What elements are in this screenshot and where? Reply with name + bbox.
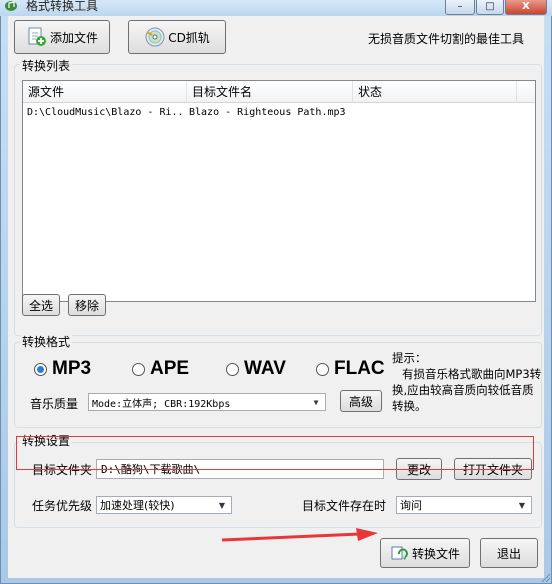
radio-ape-label: APE <box>150 358 190 379</box>
radio-dot <box>316 362 329 376</box>
radio-mp3-label: MP3 <box>52 358 92 379</box>
column-target[interactable]: 目标文件名 <box>187 81 353 103</box>
highlight-box <box>16 436 534 470</box>
convert-button[interactable]: 转换文件 <box>380 538 470 568</box>
priority-select[interactable]: 加速处理(较快) ▼ <box>96 496 232 514</box>
slogan-text: 无损音质文件切割的最佳工具 <box>368 32 525 46</box>
quality-value: Mode:立体声; CBR:192Kbps <box>92 398 231 410</box>
advanced-button[interactable]: 高级 <box>340 390 382 412</box>
format-title: 转换格式 <box>20 333 73 350</box>
maximize-button[interactable]: □ <box>476 0 504 15</box>
cd-rip-button[interactable]: CD抓轨 <box>128 20 226 54</box>
radio-ape[interactable]: APE <box>132 358 189 380</box>
list-header: 源文件 目标文件名 状态 <box>23 81 535 103</box>
main-panel: 添加文件 CD抓轨 无损音质文件切割的最佳工具 转换列表 源文件 目标文件名 状… <box>8 16 544 578</box>
column-status[interactable]: 状态 <box>353 81 517 103</box>
row-target: Blazo - Righteous Path.mp3 <box>189 107 346 118</box>
pointer-arrow-icon <box>221 528 378 542</box>
exists-label: 目标文件存在时 <box>302 499 387 513</box>
priority-label: 任务优先级 <box>32 499 93 513</box>
minimize-button[interactable]: – <box>445 0 475 15</box>
cd-rip-label: CD抓轨 <box>168 30 210 45</box>
cd-disc-icon <box>145 27 165 47</box>
hint-text: 提示： 有损音乐格式歌曲向MP3转换,应由较高音质向较低音质转换。 <box>392 350 542 414</box>
radio-dot <box>226 362 239 376</box>
exit-button[interactable]: 退出 <box>480 538 538 568</box>
chevron-down-icon: ▼ <box>218 501 226 510</box>
convert-icon <box>391 546 408 560</box>
priority-value: 加速处理(较快) <box>100 499 175 512</box>
exists-value: 询问 <box>400 499 422 512</box>
app-music-icon <box>5 1 17 11</box>
radio-dot-selected <box>34 362 47 376</box>
column-source[interactable]: 源文件 <box>23 81 187 103</box>
resize-grip-icon[interactable] <box>541 573 551 583</box>
hint-title: 提示： <box>392 351 427 365</box>
radio-dot <box>132 362 145 376</box>
radio-wav-label: WAV <box>244 358 286 379</box>
radio-mp3[interactable]: MP3 <box>34 358 91 380</box>
quality-select[interactable]: Mode:立体声; CBR:192Kbps ▼ <box>88 393 326 411</box>
close-button[interactable]: X <box>505 0 547 15</box>
row-source: D:\CloudMusic\Blazo - Ri.. <box>27 107 184 118</box>
radio-wav[interactable]: WAV <box>226 358 286 380</box>
radio-flac-label: FLAC <box>334 358 385 379</box>
convert-list-view[interactable]: 源文件 目标文件名 状态 D:\CloudMusic\Blazo - Ri.. … <box>22 80 536 302</box>
convert-label: 转换文件 <box>411 546 460 561</box>
window-title: 格式转换工具 <box>26 0 99 13</box>
add-file-icon <box>28 27 46 46</box>
remove-button[interactable]: 移除 <box>68 294 106 316</box>
title-bar[interactable]: 格式转换工具 – □ X <box>0 0 552 16</box>
chevron-down-icon: ▼ <box>313 398 319 407</box>
add-file-label: 添加文件 <box>49 30 98 45</box>
chevron-down-icon: ▼ <box>518 501 526 510</box>
exists-select[interactable]: 询问 ▼ <box>396 496 532 514</box>
add-file-button[interactable]: 添加文件 <box>14 20 110 54</box>
table-row[interactable]: D:\CloudMusic\Blazo - Ri.. Blazo - Right… <box>23 105 535 123</box>
hint-body: 有损音乐格式歌曲向MP3转换,应由较高音质向较低音质转换。 <box>392 367 542 413</box>
radio-flac[interactable]: FLAC <box>316 358 385 380</box>
select-all-button[interactable]: 全选 <box>22 294 60 316</box>
quality-label: 音乐质量 <box>30 397 79 411</box>
convert-list-title: 转换列表 <box>20 57 73 74</box>
